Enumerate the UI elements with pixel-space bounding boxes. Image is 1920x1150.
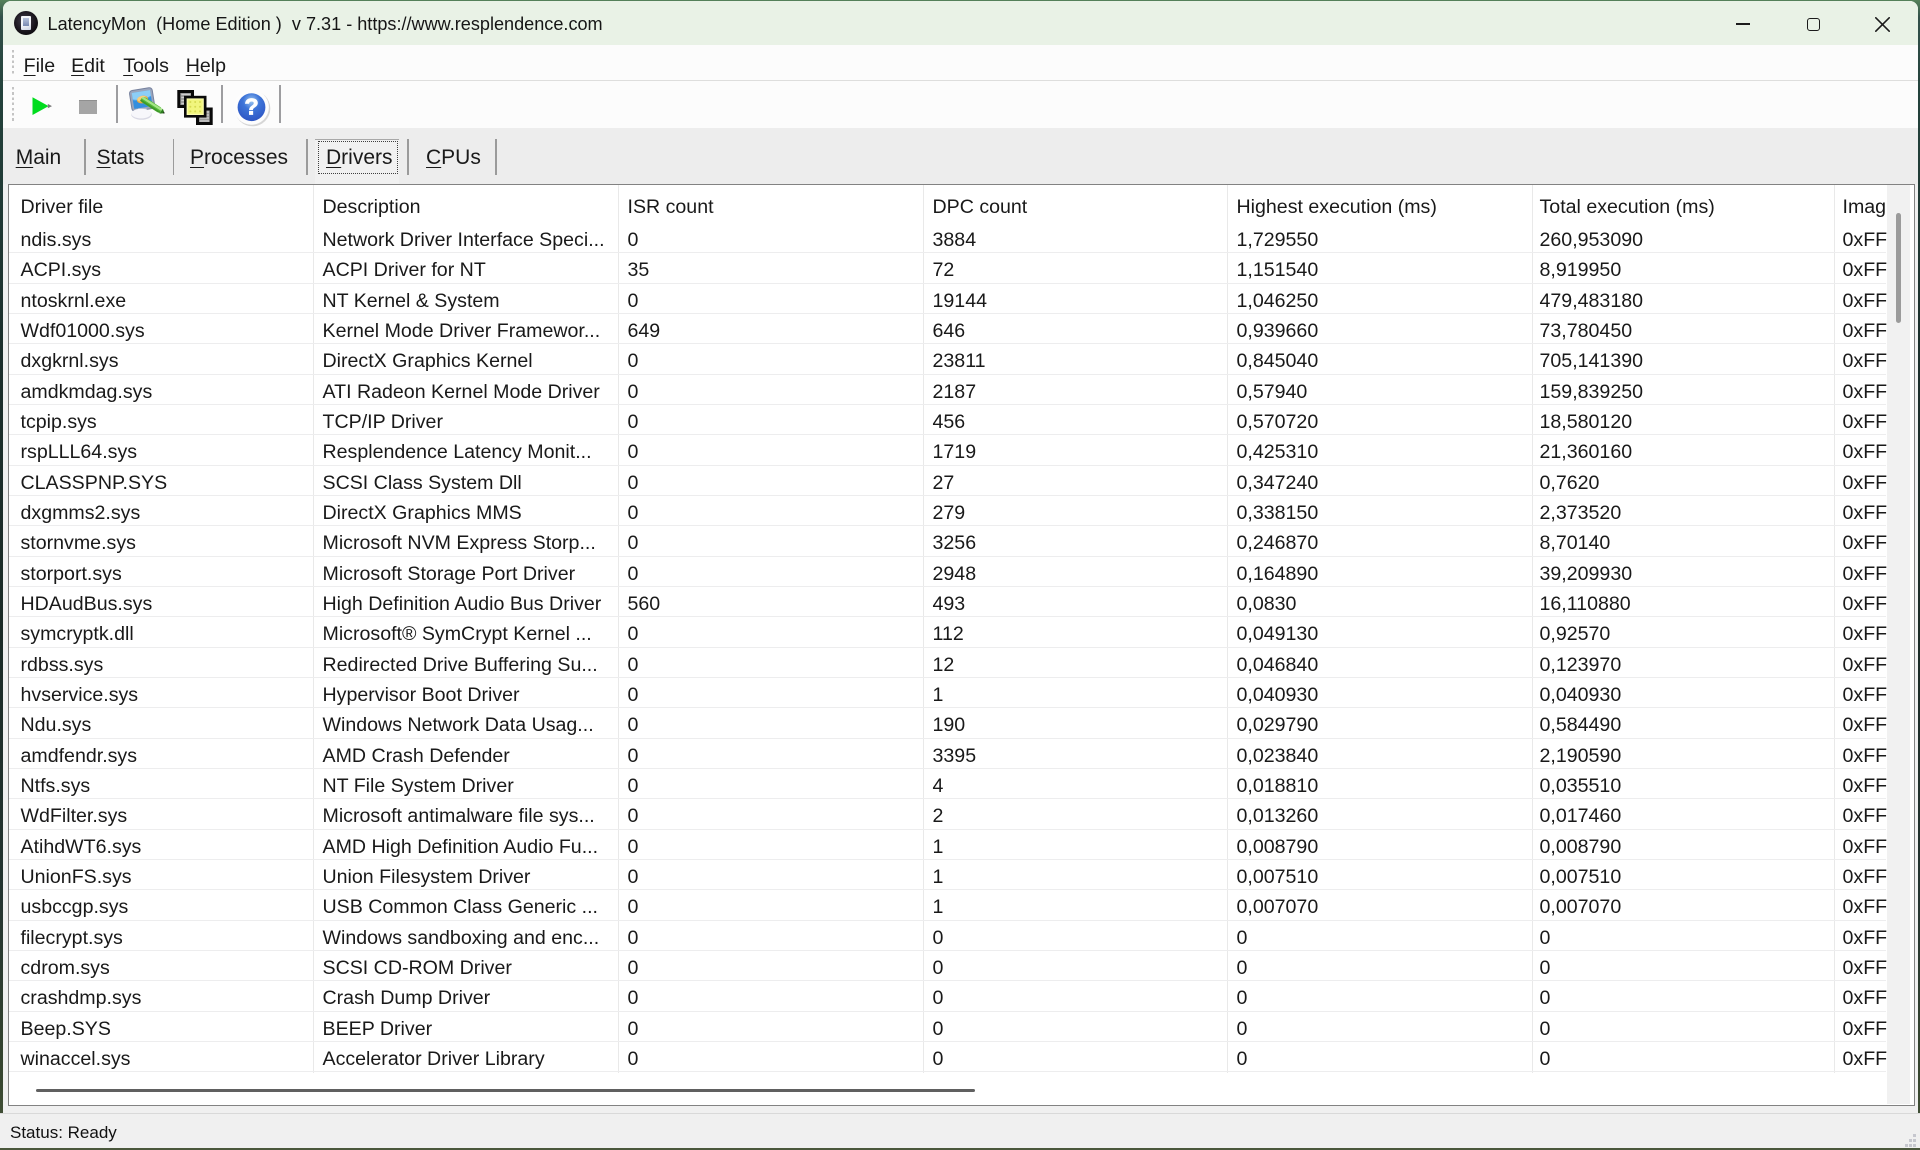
svg-text:?: ? [244, 94, 258, 120]
